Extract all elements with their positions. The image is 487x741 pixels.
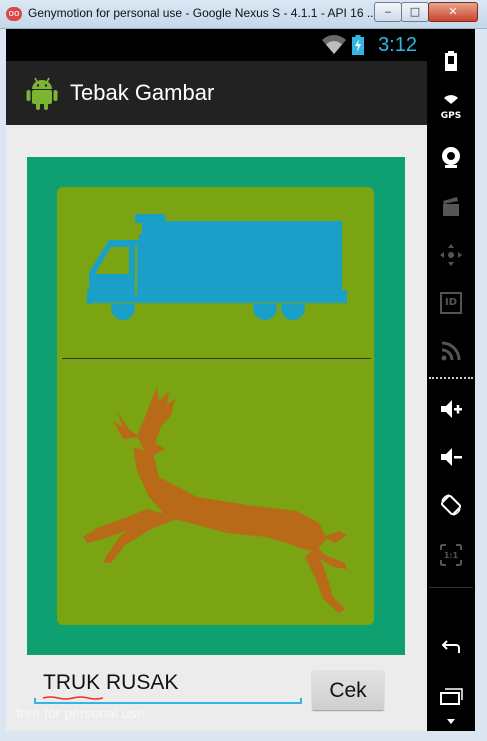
back-button[interactable] <box>427 627 475 667</box>
app-title: Tebak Gambar <box>70 80 215 105</box>
close-icon: ✕ <box>448 5 458 18</box>
spellcheck-underline <box>43 696 103 700</box>
recent-apps-icon <box>440 688 463 705</box>
camera-button[interactable] <box>427 137 475 177</box>
check-button-label: Cek <box>329 679 367 702</box>
rss-icon <box>441 341 461 361</box>
maximize-button[interactable]: □ <box>401 2 429 22</box>
puzzle-panel <box>57 187 374 625</box>
pixel-perfect-label: 1:1 <box>443 551 459 560</box>
picture-divider <box>62 358 371 359</box>
sidebar-separator <box>429 377 473 379</box>
truck-icon <box>87 214 347 320</box>
window-frame-bottom <box>0 731 487 741</box>
battery-icon <box>445 51 457 71</box>
battery-icon <box>352 35 364 55</box>
device-screen: 3:12 Tebak Gambar TRUK RUSAK Cek free fo… <box>6 29 427 731</box>
emulator-sidebar: GPS ID 1:1 <box>427 29 475 731</box>
minimize-icon: ‒ <box>384 5 392 18</box>
volume-down-icon <box>441 448 462 466</box>
genymotion-logo-icon: oo <box>6 7 22 21</box>
video-capture-icon <box>443 197 459 216</box>
sidebar-separator-2 <box>429 587 473 588</box>
deer-icon <box>83 387 347 613</box>
video-capture-button[interactable] <box>427 187 475 227</box>
check-button[interactable]: Cek <box>312 670 384 710</box>
pixel-perfect-button[interactable]: 1:1 <box>427 535 475 575</box>
rotate-button[interactable] <box>427 485 475 525</box>
battery-button[interactable] <box>427 41 475 81</box>
device-id-button[interactable]: ID <box>427 283 475 323</box>
wifi-icon <box>322 35 346 54</box>
watermark-text: free for personal use <box>16 705 145 721</box>
volume-up-button[interactable] <box>427 389 475 429</box>
gps-label: GPS <box>440 111 462 121</box>
gps-button[interactable]: GPS <box>427 87 475 127</box>
status-bar: 3:12 <box>6 29 427 61</box>
status-time: 3:12 <box>378 34 417 56</box>
gps-icon <box>444 95 458 104</box>
action-bar: Tebak Gambar <box>6 61 427 125</box>
window-titlebar[interactable]: oo Genymotion for personal use - Google … <box>0 0 487 29</box>
answer-input-value: TRUK RUSAK <box>43 671 179 694</box>
back-icon <box>441 640 460 653</box>
dpad-icon <box>440 244 462 266</box>
android-icon[interactable] <box>26 77 58 111</box>
window-title: Genymotion for personal use - Google Nex… <box>28 6 377 20</box>
puzzle-picture <box>27 157 405 655</box>
camera-icon <box>442 147 460 168</box>
rotate-icon <box>440 494 462 516</box>
close-button[interactable]: ✕ <box>428 2 478 22</box>
answer-input-underline <box>34 698 302 704</box>
id-label: ID <box>444 297 458 308</box>
network-button[interactable] <box>427 331 475 371</box>
volume-down-button[interactable] <box>427 437 475 477</box>
dpad-button[interactable] <box>427 235 475 275</box>
window-frame-right <box>475 29 487 741</box>
minimize-button[interactable]: ‒ <box>374 2 402 22</box>
answer-input[interactable]: TRUK RUSAK <box>34 669 304 704</box>
volume-up-icon <box>441 400 462 418</box>
menu-down-icon <box>447 719 455 724</box>
maximize-icon: □ <box>409 5 421 18</box>
menu-button[interactable] <box>427 709 475 731</box>
